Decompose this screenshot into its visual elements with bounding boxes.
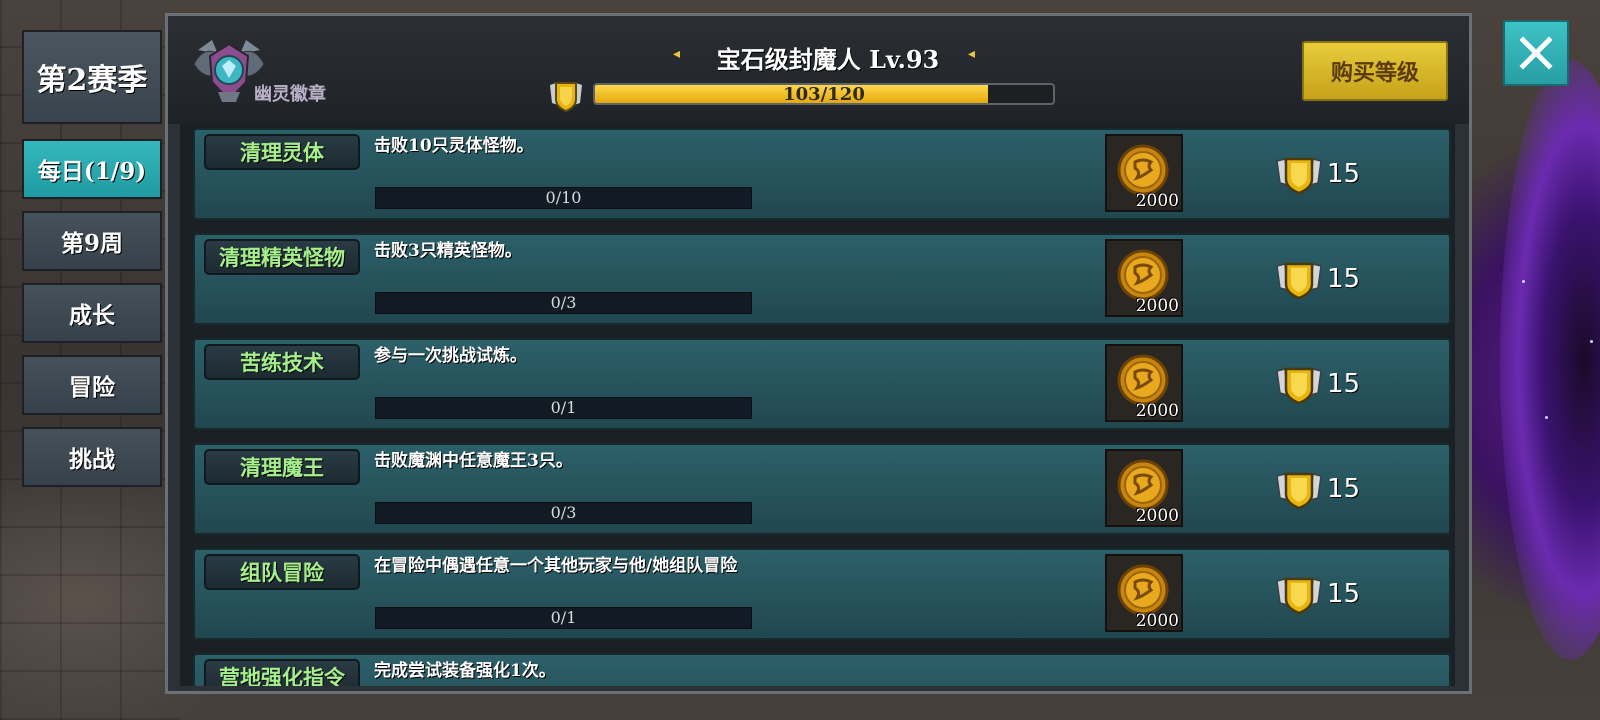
task-description: 击败魔渊中任意魔王3只。	[374, 451, 573, 471]
tab-label: 成长	[69, 302, 115, 329]
xp-reward-amount: 15	[1327, 474, 1361, 504]
task-row: 清理魔王 击败魔渊中任意魔王3只。 0/3 2000 15	[193, 443, 1451, 535]
task-description: 击败10只灵体怪物。	[374, 136, 534, 156]
task-name: 清理灵体	[204, 134, 360, 170]
tab-daily[interactable]: 每日(1/9)	[22, 139, 162, 199]
level-progress-bar: 103/120	[593, 83, 1055, 105]
task-row: 组队冒险 在冒险中偶遇任意一个其他玩家与他/她组队冒险 0/1 2000 15	[193, 548, 1451, 640]
rank-title: 宝石级封魔人 Lv.93	[716, 45, 940, 74]
xp-shield-icon	[1276, 262, 1322, 300]
task-row: 苦练技术 参与一次挑战试炼。 0/1 2000 15	[193, 338, 1451, 430]
task-name: 苦练技术	[204, 344, 360, 380]
xp-reward-amount: 15	[1327, 579, 1361, 609]
panel-header: 幽灵徽章 ◂ 宝石级封魔人 Lv.93 ◂ 103/120 购买等级	[168, 16, 1469, 124]
task-row: 清理精英怪物 击败3只精英怪物。 0/3 2000 15	[193, 233, 1451, 325]
xp-shield-icon	[1276, 472, 1322, 510]
coin-reward[interactable]: 2000	[1105, 554, 1183, 632]
tab-challenge[interactable]: 挑战	[22, 427, 162, 487]
sparkle	[1545, 416, 1548, 419]
tab-label: 冒险	[69, 374, 115, 401]
arrow-right-icon: ◂	[968, 46, 976, 62]
task-name: 清理魔王	[204, 449, 360, 485]
task-progress-bar: 0/3	[375, 292, 752, 314]
tab-adventure[interactable]: 冒险	[22, 355, 162, 415]
task-progress-bar: 0/10	[375, 187, 752, 209]
coin-reward[interactable]: 2000	[1105, 449, 1183, 527]
coin-amount: 2000	[1135, 296, 1179, 316]
task-list[interactable]: 清理灵体 击败10只灵体怪物。 0/10 2000 15 清理精英怪物 击败3只精英怪物。 0…	[180, 124, 1455, 686]
season-label: 第2赛季	[22, 30, 162, 124]
level-progress-text: 103/120	[783, 84, 865, 105]
coin-amount: 2000	[1135, 191, 1179, 211]
task-progress-text: 0/1	[550, 608, 577, 627]
task-description: 在冒险中偶遇任意一个其他玩家与他/她组队冒险	[374, 556, 738, 576]
coin-amount: 2000	[1135, 401, 1179, 421]
task-description: 参与一次挑战试炼。	[374, 346, 527, 366]
tab-growth[interactable]: 成长	[22, 283, 162, 343]
task-progress-bar: 0/3	[375, 502, 752, 524]
xp-shield-icon	[1276, 577, 1322, 615]
sparkle	[1522, 280, 1525, 283]
task-name: 组队冒险	[204, 554, 360, 590]
task-progress-text: 0/3	[550, 293, 577, 312]
xp-shield-icon	[1276, 367, 1322, 405]
xp-shield-icon	[1276, 157, 1322, 195]
task-progress-text: 0/3	[550, 503, 577, 522]
coin-reward[interactable]: 2000	[1105, 239, 1183, 317]
task-row: 清理灵体 击败10只灵体怪物。 0/10 2000 15	[193, 128, 1451, 220]
buy-level-button[interactable]: 购买等级	[1302, 41, 1448, 101]
task-name: 营地强化指令	[204, 659, 360, 686]
task-progress-bar: 0/1	[375, 397, 752, 419]
coin-amount: 2000	[1135, 506, 1179, 526]
coin-reward[interactable]: 2000	[1105, 134, 1183, 212]
tab-label: 第9周	[60, 230, 123, 257]
xp-shield-icon	[550, 82, 582, 113]
task-progress-text: 0/1	[550, 398, 577, 417]
xp-reward-amount: 15	[1327, 369, 1361, 399]
tab-week[interactable]: 第9周	[22, 211, 162, 271]
xp-reward-amount: 15	[1327, 264, 1361, 294]
sparkle	[1590, 340, 1593, 343]
task-row: 营地强化指令 完成尝试装备强化1次。	[193, 653, 1451, 686]
task-name: 清理精英怪物	[204, 239, 360, 275]
task-progress-text: 0/10	[545, 188, 582, 207]
task-description: 击败3只精英怪物。	[374, 241, 522, 261]
tab-label: 挑战	[69, 446, 115, 473]
close-button[interactable]	[1503, 20, 1569, 86]
tab-label: 每日(1/9)	[37, 158, 147, 185]
coin-amount: 2000	[1135, 611, 1179, 631]
task-progress-bar: 0/1	[375, 607, 752, 629]
coin-reward[interactable]: 2000	[1105, 344, 1183, 422]
xp-reward-amount: 15	[1327, 159, 1361, 189]
battle-pass-panel: 幽灵徽章 ◂ 宝石级封魔人 Lv.93 ◂ 103/120 购买等级 清理灵体击…	[165, 13, 1472, 694]
emblem-label: 幽灵徽章	[254, 84, 326, 105]
task-description: 完成尝试装备强化1次。	[374, 661, 556, 681]
close-icon	[1519, 36, 1553, 70]
